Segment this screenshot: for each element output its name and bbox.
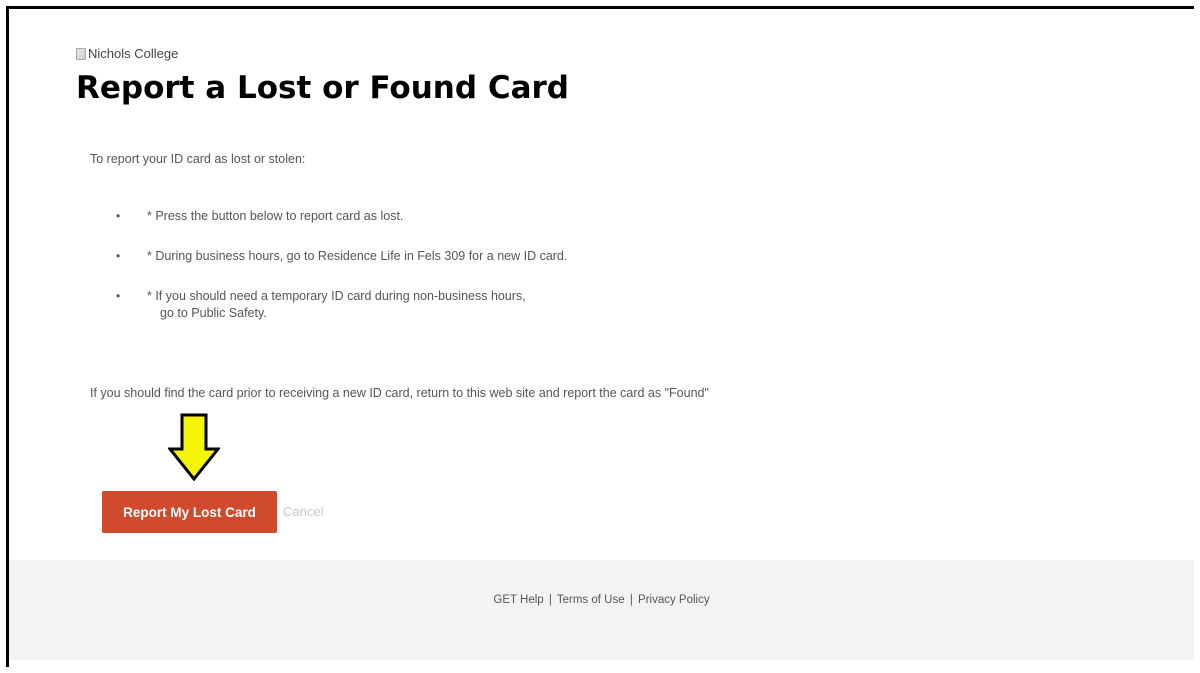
bullet-icon: • <box>116 209 121 223</box>
report-lost-card-button[interactable]: Report My Lost Card <box>102 491 277 533</box>
get-help-link[interactable]: GET Help <box>493 594 543 606</box>
broken-image-icon <box>76 47 86 60</box>
list-item-text: * During business hours, go to Residence… <box>147 249 568 263</box>
cancel-link[interactable]: Cancel <box>283 504 323 519</box>
college-logo: Nichols College <box>76 46 178 61</box>
bullet-icon: • <box>116 289 121 303</box>
list-item: • * If you should need a temporary ID ca… <box>90 288 567 322</box>
list-item: • * During business hours, go to Residen… <box>90 248 567 265</box>
down-arrow-icon <box>168 413 220 481</box>
footer-separator: | <box>629 594 633 606</box>
instruction-list: • * Press the button below to report car… <box>90 208 567 345</box>
list-item-text-continued: go to Public Safety. <box>160 306 267 320</box>
footer-links: GET Help | Terms of Use | Privacy Policy <box>9 594 1194 606</box>
intro-text: To report your ID card as lost or stolen… <box>90 152 306 166</box>
footer-separator: | <box>548 594 552 606</box>
found-card-note: If you should find the card prior to rec… <box>90 386 709 400</box>
bullet-icon: • <box>116 249 121 263</box>
page-title: Report a Lost or Found Card <box>76 70 569 106</box>
privacy-policy-link[interactable]: Privacy Policy <box>638 594 710 606</box>
list-item-text: * If you should need a temporary ID card… <box>147 289 526 303</box>
list-item: • * Press the button below to report car… <box>90 208 567 225</box>
list-item-text: * Press the button below to report card … <box>147 209 404 223</box>
terms-of-use-link[interactable]: Terms of Use <box>557 594 625 606</box>
logo-alt-text: Nichols College <box>88 46 179 61</box>
footer: GET Help | Terms of Use | Privacy Policy <box>9 560 1194 660</box>
